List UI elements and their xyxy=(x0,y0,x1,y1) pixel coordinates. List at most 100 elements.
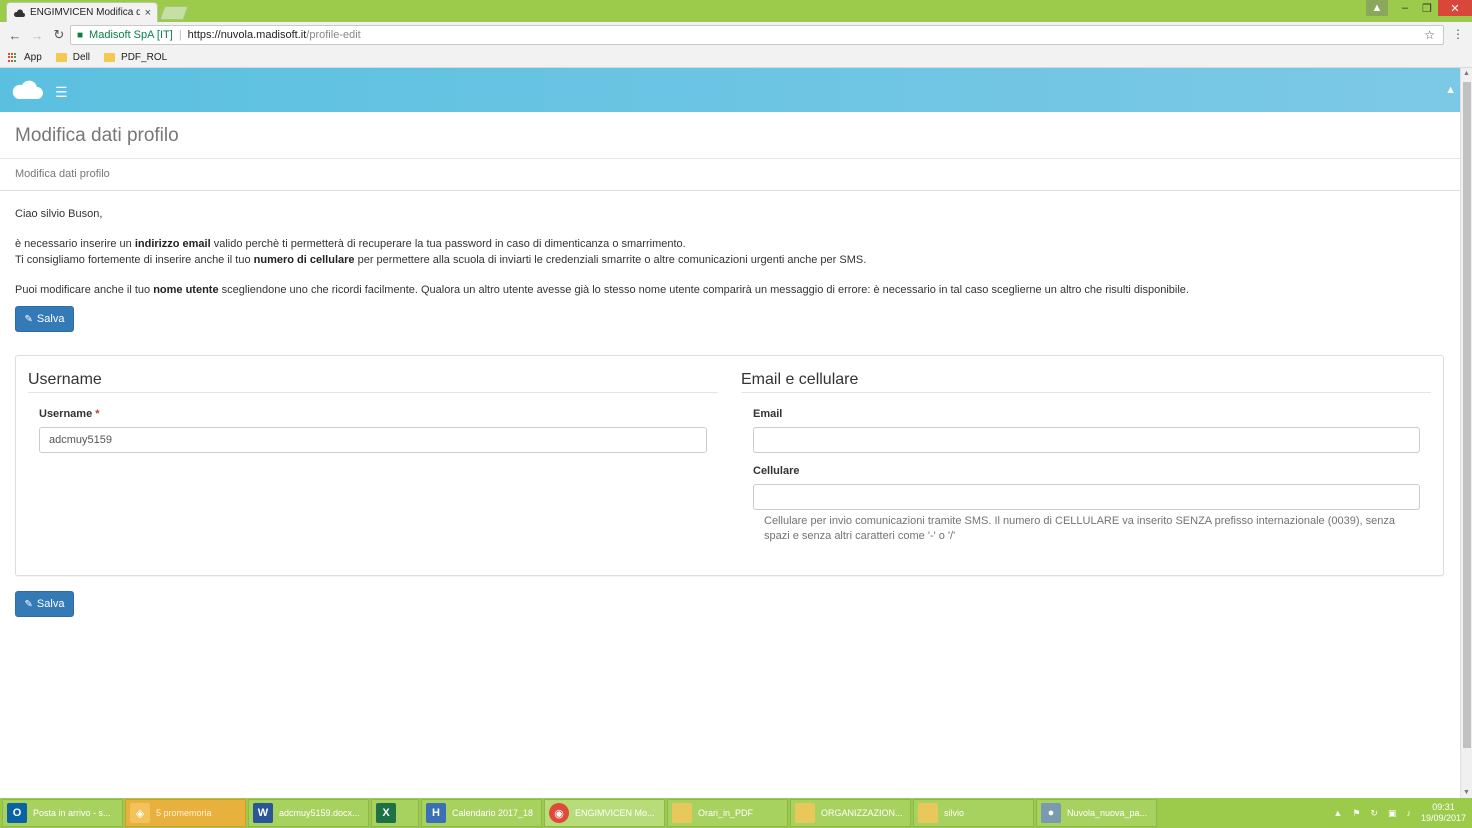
back-icon[interactable]: ← xyxy=(4,28,26,43)
url-path: /profile-edit xyxy=(306,29,361,41)
breadcrumb: Modifica dati profilo xyxy=(15,168,110,180)
username-input[interactable] xyxy=(39,427,707,453)
taskbar-item-folder-orari[interactable]: Orari_in_PDF xyxy=(667,799,788,827)
bookmark-apps[interactable]: App xyxy=(8,52,42,63)
main-content: Modifica dati profilo Modifica dati prof… xyxy=(0,112,1460,798)
username-section-title: Username xyxy=(28,371,102,388)
volume-icon[interactable]: ♪ xyxy=(1406,808,1411,818)
page-scrollbar[interactable]: ▲ ▼ xyxy=(1460,68,1472,798)
lock-icon: ■ xyxy=(77,29,84,41)
site-identity: Madisoft SpA [IT] xyxy=(89,29,173,41)
taskbar-item-word[interactable]: W adcmuy5159.docx... xyxy=(248,799,369,827)
folder-icon xyxy=(672,803,692,823)
bookmarks-bar: App Dell PDF_ROL xyxy=(0,48,1472,68)
taskbar-label: silvio xyxy=(944,808,965,818)
cellular-input[interactable] xyxy=(753,484,1420,510)
browser-tab[interactable]: ENGIMVICEN Modifica d × xyxy=(6,2,158,22)
cellular-help-line-2: spazi e senza altri caratteri come '-' o… xyxy=(764,530,956,542)
email-info-text: è necessario inserire un indirizzo email… xyxy=(15,236,686,252)
scroll-down-icon[interactable]: ▼ xyxy=(1463,789,1470,796)
scrollbar-thumb[interactable] xyxy=(1463,82,1471,748)
flag-icon[interactable]: ⚑ xyxy=(1352,808,1360,819)
folder-icon xyxy=(55,53,67,62)
taskbar-item-excel[interactable]: X xyxy=(371,799,419,827)
browser-toolbar: ← → ↻ ■ Madisoft SpA [IT] | https://nuvo… xyxy=(0,22,1472,48)
save-label: Salva xyxy=(36,313,65,325)
forward-icon[interactable]: → xyxy=(26,28,48,43)
cloud-logo-icon[interactable] xyxy=(11,78,43,100)
taskbar-label: ORGANIZZAZION... xyxy=(821,808,903,818)
taskbar-label: Orari_in_PDF xyxy=(698,808,754,818)
browser-tab-strip: ENGIMVICEN Modifica d × ▲ – ❐ ✕ xyxy=(0,0,1472,22)
url-host: https://nuvola.madisoft.it xyxy=(187,29,307,41)
scroll-up-icon[interactable]: ▲ xyxy=(1463,70,1470,77)
new-tab-button[interactable] xyxy=(159,6,189,20)
save-button-bottom[interactable]: ✎ Salva xyxy=(15,591,74,617)
user-icon[interactable]: ▲ xyxy=(1445,84,1456,96)
outlook-icon: O xyxy=(7,803,27,823)
cellular-info-text: Ti consigliamo fortemente di inserire an… xyxy=(15,252,866,268)
taskbar-item-calendar[interactable]: H Calendario 2017_18 xyxy=(421,799,542,827)
section-divider xyxy=(28,392,718,393)
text-fragment: Ti consigliamo fortemente di inserire an… xyxy=(15,254,254,266)
close-window-icon[interactable]: ✕ xyxy=(1438,0,1472,16)
address-separator: | xyxy=(178,29,182,41)
browser-menu-icon[interactable]: ⋮ xyxy=(1452,27,1464,41)
minimize-icon[interactable]: – xyxy=(1394,0,1416,16)
clock-time: 09:31 xyxy=(1432,802,1455,812)
username-label: Username * xyxy=(39,408,100,420)
text-fragment: valido perchè ti permetterà di recuperar… xyxy=(210,238,686,250)
bookmark-pdf-rol[interactable]: PDF_ROL xyxy=(104,52,167,63)
network-icon[interactable]: ▣ xyxy=(1388,808,1397,819)
text-emphasis: indirizzo email xyxy=(134,238,211,250)
bookmark-star-icon[interactable]: ☆ xyxy=(1424,28,1435,42)
hamburger-menu-icon[interactable]: ☰ xyxy=(55,84,68,101)
taskbar-item-chrome[interactable]: ◉ ENGIMVICEN Mo... xyxy=(544,799,665,827)
app-header: ☰ ▲ xyxy=(0,68,1460,112)
restore-icon[interactable]: ❐ xyxy=(1416,0,1438,16)
excel-icon: X xyxy=(376,803,396,823)
profile-icon[interactable]: ▲ xyxy=(1366,0,1388,16)
system-tray: ▲ ⚑ ↻ ▣ ♪ 09:31 19/09/2017 xyxy=(1333,798,1466,828)
cloud-favicon-icon xyxy=(13,8,25,17)
edit-icon: ✎ xyxy=(24,313,33,325)
taskbar-label: Nuvola_nuova_pa... xyxy=(1067,808,1148,818)
taskbar-item-folder-silvio[interactable]: silvio xyxy=(913,799,1034,827)
text-fragment: scegliendone uno che ricordi facilmente.… xyxy=(218,284,1189,296)
text-emphasis: nome utente xyxy=(153,284,219,296)
calendar-app-icon: H xyxy=(426,803,446,823)
taskbar-item-outlook[interactable]: O Posta in arrivo - s... xyxy=(2,799,123,827)
system-clock[interactable]: 09:31 19/09/2017 xyxy=(1421,802,1466,824)
paint-icon: ● xyxy=(1041,803,1061,823)
taskbar-label: Calendario 2017_18 xyxy=(452,808,534,818)
bookmark-label: PDF_ROL xyxy=(121,52,168,63)
folder-icon xyxy=(795,803,815,823)
section-divider xyxy=(741,392,1431,393)
browser-tab-title: ENGIMVICEN Modifica d xyxy=(30,7,140,18)
reload-icon[interactable]: ↻ xyxy=(48,27,70,43)
tray-expand-icon[interactable]: ▲ xyxy=(1333,808,1342,818)
bookmark-dell[interactable]: Dell xyxy=(55,52,90,63)
taskbar-item-folder-organizzazione[interactable]: ORGANIZZAZION... xyxy=(790,799,911,827)
word-icon: W xyxy=(253,803,273,823)
email-label: Email xyxy=(753,408,783,420)
save-button-top[interactable]: ✎ Salva xyxy=(15,306,74,332)
apps-grid-icon xyxy=(8,52,18,63)
taskbar-item-paint[interactable]: ● Nuvola_nuova_pa... xyxy=(1036,799,1157,827)
email-input[interactable] xyxy=(753,427,1420,453)
clock-date: 19/09/2017 xyxy=(1420,813,1466,823)
label-text: Username xyxy=(39,408,93,420)
taskbar-label: 5 promemoria xyxy=(156,808,212,818)
windows-taskbar: O Posta in arrivo - s... ◈ 5 promemoria … xyxy=(0,798,1472,828)
taskbar-item-reminders[interactable]: ◈ 5 promemoria xyxy=(125,799,246,827)
taskbar-label: adcmuy5159.docx... xyxy=(279,808,360,818)
sync-icon[interactable]: ↻ xyxy=(1370,808,1378,819)
edit-icon: ✎ xyxy=(24,598,33,610)
divider xyxy=(0,158,1460,159)
tab-close-icon[interactable]: × xyxy=(145,7,151,19)
divider xyxy=(0,190,1460,191)
bookmark-label: App xyxy=(24,52,42,63)
page-title: Modifica dati profilo xyxy=(15,125,179,146)
folder-icon xyxy=(918,803,938,823)
address-bar[interactable]: ■ Madisoft SpA [IT] | https://nuvola.mad… xyxy=(70,25,1444,45)
